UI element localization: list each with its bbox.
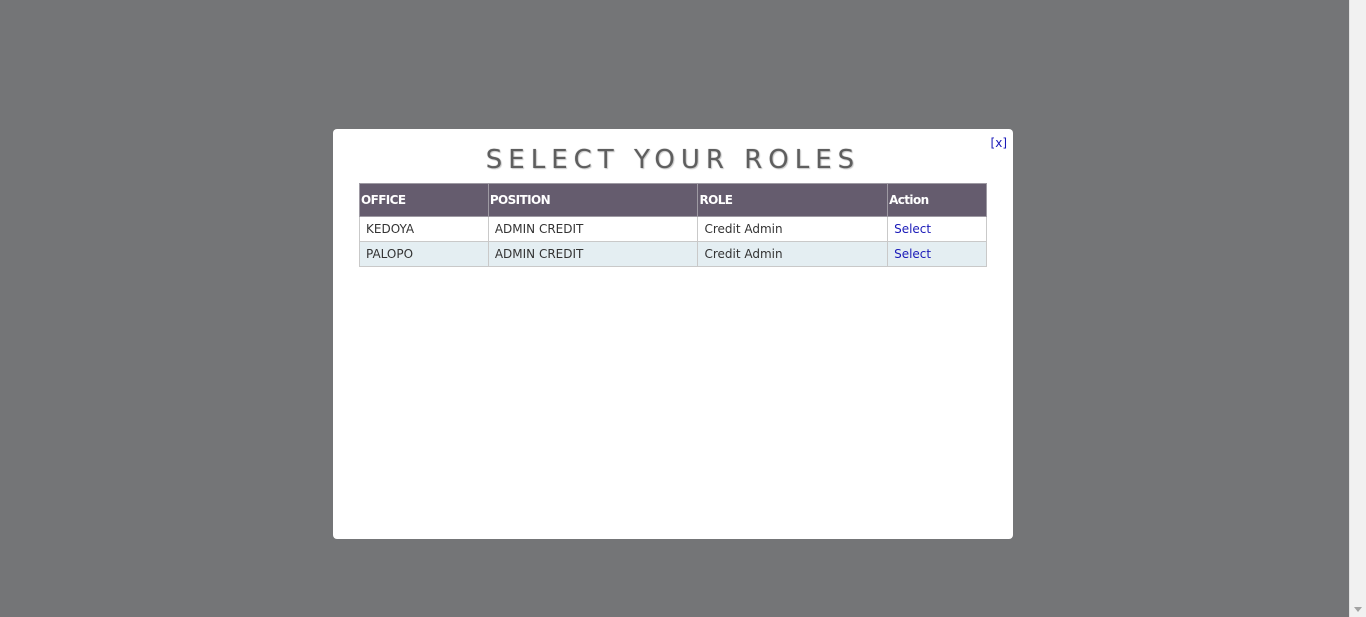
roles-table: OFFICE POSITION ROLE Action KEDOYA ADMIN…: [359, 183, 987, 267]
office-cell: KEDOYA: [359, 216, 489, 242]
table-row: PALOPO ADMIN CREDIT Credit Admin Select: [359, 241, 987, 267]
role-cell: Credit Admin: [697, 216, 889, 242]
column-header-action: Action: [887, 183, 987, 217]
role-cell: Credit Admin: [697, 241, 889, 267]
scroll-down-arrow-icon[interactable]: [1354, 607, 1362, 612]
column-header-position: POSITION: [487, 183, 699, 217]
column-header-office: OFFICE: [359, 183, 489, 217]
position-cell: ADMIN CREDIT: [487, 216, 699, 242]
table-header-row: OFFICE POSITION ROLE Action: [359, 183, 987, 217]
select-role-link[interactable]: Select: [894, 222, 931, 236]
vertical-scrollbar[interactable]: [1349, 0, 1366, 617]
action-cell: Select: [887, 241, 987, 267]
office-cell: PALOPO: [359, 241, 489, 267]
modal-title: SELECT YOUR ROLES: [485, 145, 861, 175]
action-cell: Select: [887, 216, 987, 242]
table-row: KEDOYA ADMIN CREDIT Credit Admin Select: [359, 216, 987, 242]
column-header-role: ROLE: [697, 183, 889, 217]
select-role-link[interactable]: Select: [894, 247, 931, 261]
position-cell: ADMIN CREDIT: [487, 241, 699, 267]
select-roles-modal: [x] SELECT YOUR ROLES OFFICE POSITION RO…: [333, 129, 1013, 539]
